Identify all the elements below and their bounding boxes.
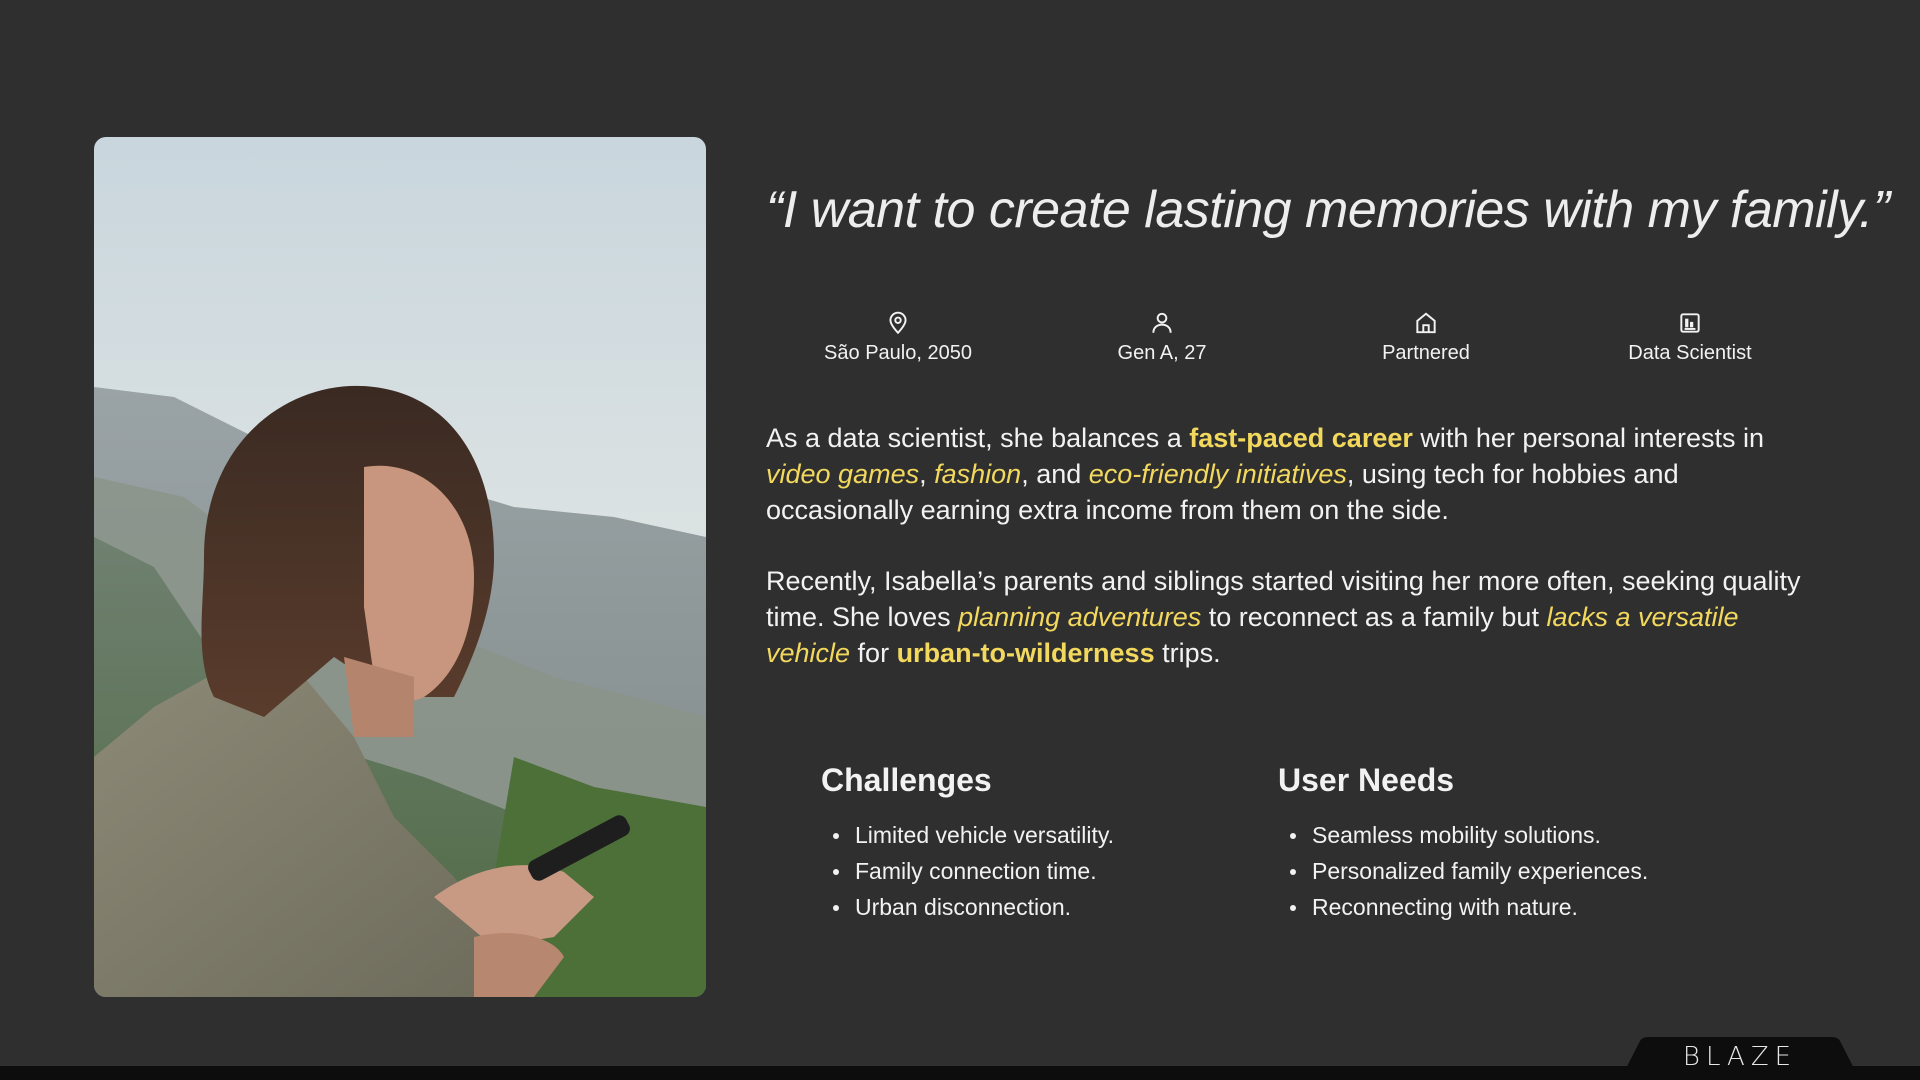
- brand-logo: BLAZE: [1682, 1042, 1798, 1072]
- list-item: Urban disconnection.: [833, 889, 1241, 925]
- persona-description: As a data scientist, she balances a fast…: [766, 420, 1806, 706]
- brand-logo-tab: BLAZE: [1620, 1035, 1860, 1080]
- text-fragment: for: [850, 638, 897, 668]
- user-needs-heading: User Needs: [1278, 762, 1455, 798]
- list-item: Personalized family experiences.: [1290, 853, 1698, 889]
- challenges-section: Challenges Limited vehicle versatility. …: [821, 762, 1241, 925]
- description-paragraph-1: As a data scientist, she balances a fast…: [766, 420, 1806, 528]
- persona-photo: [94, 137, 706, 997]
- persona-slide: “I want to create lasting memories with …: [0, 0, 1920, 1080]
- list-item: Reconnecting with nature.: [1290, 889, 1698, 925]
- text-fragment: , and: [1021, 459, 1089, 489]
- attribute-occupation: Data Scientist: [1558, 310, 1822, 365]
- briefcase-chart-icon: [1677, 310, 1703, 336]
- user-needs-list: Seamless mobility solutions. Personalize…: [1278, 817, 1698, 925]
- attribute-relationship: Partnered: [1294, 310, 1558, 365]
- home-icon: [1413, 310, 1439, 336]
- list-item: Limited vehicle versatility.: [833, 817, 1241, 853]
- attribute-occupation-label: Data Scientist: [1628, 342, 1752, 364]
- description-paragraph-2: Recently, Isabella’s parents and sibling…: [766, 563, 1806, 671]
- text-fragment: with her personal interests in: [1412, 423, 1765, 453]
- attribute-relationship-label: Partnered: [1382, 342, 1470, 364]
- location-pin-icon: [885, 310, 911, 336]
- attribute-location: São Paulo, 2050: [766, 310, 1030, 365]
- text-fragment: trips.: [1154, 638, 1221, 668]
- text-fragment: As a data scientist, she balances a: [766, 423, 1190, 453]
- text-fragment: to reconnect as a family but: [1201, 602, 1547, 632]
- highlight-eco: eco-friendly initiatives: [1088, 459, 1347, 489]
- user-needs-section: User Needs Seamless mobility solutions. …: [1278, 762, 1698, 925]
- text-fragment: ,: [919, 459, 935, 489]
- highlight-video-games: video games: [766, 459, 920, 489]
- attribute-generation: Gen A, 27: [1030, 310, 1294, 365]
- persona-attributes: São Paulo, 2050 Gen A, 27 Partnered Data…: [766, 310, 1822, 370]
- highlight-urban-wilderness: urban-to-wilderness: [896, 638, 1155, 668]
- person-icon: [1149, 310, 1175, 336]
- persona-quote: “I want to create lasting memories with …: [766, 181, 1890, 239]
- highlight-planning: planning adventures: [958, 602, 1202, 632]
- highlight-career: fast-paced career: [1189, 423, 1413, 453]
- challenges-list: Limited vehicle versatility. Family conn…: [821, 817, 1241, 925]
- attribute-location-label: São Paulo, 2050: [824, 342, 972, 364]
- highlight-fashion: fashion: [934, 459, 1022, 489]
- list-item: Seamless mobility solutions.: [1290, 817, 1698, 853]
- list-item: Family connection time.: [833, 853, 1241, 889]
- challenges-heading: Challenges: [821, 762, 992, 798]
- attribute-generation-label: Gen A, 27: [1117, 342, 1207, 364]
